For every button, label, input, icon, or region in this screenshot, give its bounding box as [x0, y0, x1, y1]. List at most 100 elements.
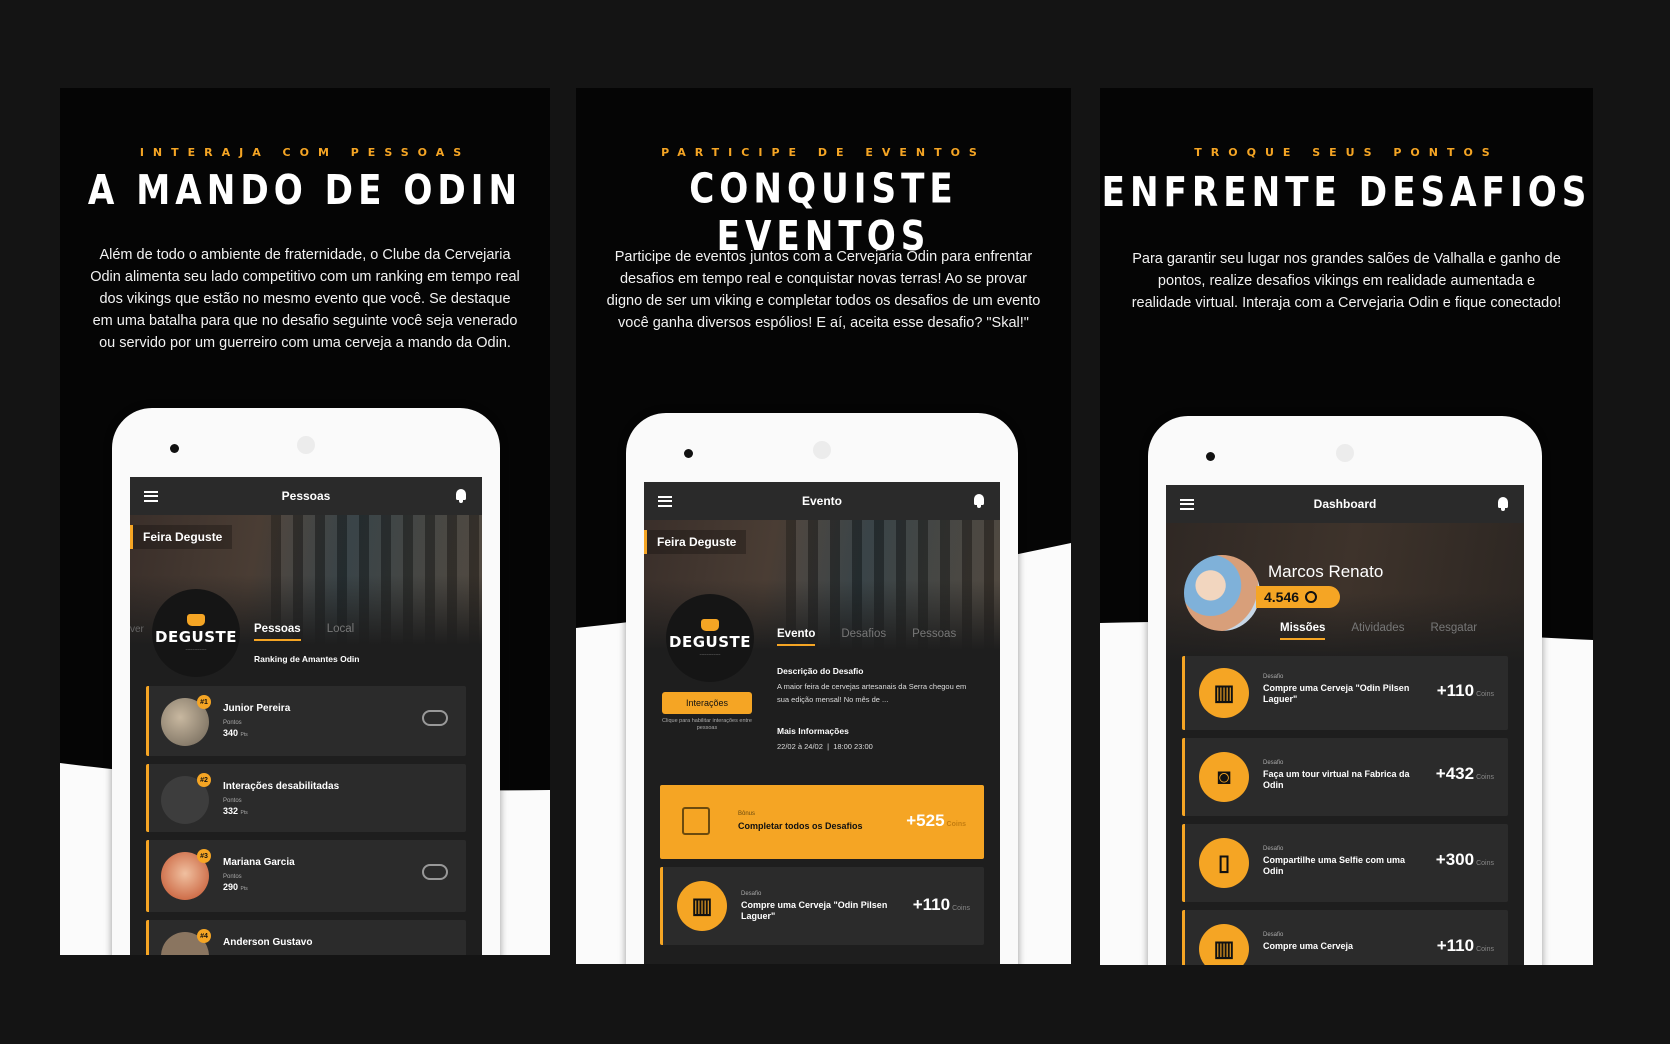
tab-desafios[interactable]: Desafios	[841, 628, 886, 646]
phone-speaker	[297, 436, 315, 454]
phone-mockup: Dashboard Marcos Renato 4.546 Missões At…	[1148, 416, 1542, 965]
person-name: Anderson Gustavo	[223, 937, 313, 948]
panel-kicker: INTERAJA COM PESSOAS	[139, 146, 471, 159]
challenge-value: +110 Coins	[912, 895, 970, 914]
panel-kicker: PARTICIPE DE EVENTOS	[661, 146, 986, 159]
phone-speaker	[1336, 444, 1354, 462]
tab-atividades[interactable]: Atividades	[1351, 622, 1404, 640]
bell-icon[interactable]	[972, 493, 986, 509]
mission-value: +110 Coins	[1436, 936, 1494, 955]
person-name: Junior Pereira	[223, 703, 291, 714]
challenge-text: Completar todos os Desafios	[738, 821, 863, 831]
mission-text: Compre uma Cerveja	[1263, 941, 1354, 951]
rank-badge: #3	[197, 849, 211, 863]
menu-icon[interactable]	[144, 490, 158, 502]
vr-headset-icon: ◙	[1199, 752, 1249, 802]
barcode-icon: ▥	[1199, 924, 1249, 965]
ranking-card[interactable]: #3 Mariana Garcia Pontos 290 Pts	[146, 840, 466, 912]
bell-icon[interactable]	[1496, 496, 1510, 512]
menu-icon[interactable]	[658, 495, 672, 507]
bonus-challenge-card[interactable]: Bônus Completar todos os Desafios +525 Co…	[660, 785, 984, 859]
user-points-badge: 4.546	[1256, 586, 1340, 608]
challenge-card[interactable]: ▥ Desafio Compre uma Cerveja "Odin Pilse…	[660, 867, 984, 945]
phone-camera	[1206, 452, 1215, 461]
mission-text: Compartilhe uma Selfie com uma Odin	[1263, 855, 1406, 876]
gift-icon	[682, 807, 710, 835]
tab-bar: Missões Atividades Resgatar	[1280, 622, 1477, 640]
person-points: 340 Pts	[223, 728, 248, 738]
mission-card[interactable]: ▥ Desafio Compre uma Cerveja +110 Coins	[1182, 910, 1508, 965]
app-bar-title: Dashboard	[1313, 497, 1377, 511]
event-logo: DEGUSTE ~~~~~~~~~	[666, 594, 754, 682]
app-bar: Pessoas	[130, 477, 482, 515]
person-name: Mariana Garcia	[223, 857, 295, 868]
mission-card[interactable]: ▯ Desafio Compartilhe uma Selfie com uma…	[1182, 824, 1508, 902]
panel-description: Participe de eventos juntos com a Cervej…	[606, 249, 1041, 331]
panel-description: Além de todo o ambiente de fraternidade,…	[90, 247, 520, 351]
ranking-card[interactable]: #4 Anderson Gustavo	[146, 920, 466, 955]
event-logo: DEGUSTE ~~~~~~~~~	[152, 589, 240, 677]
panel-description: Para garantir seu lugar nos grandes salõ…	[1131, 251, 1562, 311]
app-bar-title: Evento	[801, 494, 842, 508]
app-screen: Evento Feira Deguste DEGUSTE ~~~~~~~~~ E…	[644, 482, 1000, 964]
app-bar-title: Pessoas	[281, 489, 331, 503]
tab-pessoas[interactable]: Pessoas	[254, 623, 301, 641]
tab-bar: Pessoas Local	[254, 623, 354, 641]
mission-text: Faça um tour virtual na Fabrica da Odin	[1263, 769, 1410, 790]
ranking-card[interactable]: #1 Junior Pereira Pontos 340 Pts	[146, 686, 466, 756]
app-screen: Dashboard Marcos Renato 4.546 Missões At…	[1166, 485, 1524, 965]
phone-speaker	[813, 441, 831, 459]
chat-icon[interactable]	[422, 864, 448, 880]
challenge-value: +525 Coins	[906, 811, 966, 830]
phone-mockup: Evento Feira Deguste DEGUSTE ~~~~~~~~~ E…	[626, 413, 1018, 964]
mission-text: Compre uma Cerveja "Odin Pilsen Laguer"	[1263, 683, 1410, 704]
tab-missoes[interactable]: Missões	[1280, 622, 1326, 640]
tab-local[interactable]: Local	[327, 623, 355, 641]
tab-pessoas[interactable]: Pessoas	[912, 628, 956, 646]
promo-panel-people: INTERAJA COM PESSOAS A MANDO DE ODIN Alé…	[60, 88, 550, 955]
user-name: Marcos Renato	[1268, 562, 1384, 581]
interactions-button[interactable]: Interações	[662, 692, 752, 714]
rank-badge: #2	[197, 773, 211, 787]
barcode-icon: ▥	[1199, 668, 1249, 718]
phone-mockup: Pessoas Feira Deguste DEGUSTE ~~~~~~~~~ …	[112, 408, 500, 955]
info-heading: Mais Informações	[777, 726, 849, 736]
chat-icon[interactable]	[422, 710, 448, 726]
beer-mug-icon	[701, 619, 719, 631]
mission-card[interactable]: ▥ Desafio Compre uma Cerveja "Odin Pilse…	[1182, 656, 1508, 730]
app-bar: Evento	[644, 482, 1000, 520]
person-points: 290 Pts	[223, 882, 248, 892]
person-points: 332 Pts	[223, 806, 248, 816]
section-title: Ranking de Amantes Odin	[254, 654, 360, 664]
beer-mug-icon	[187, 614, 205, 626]
description-heading: Descrição do Desafio	[777, 666, 864, 676]
event-name-tag: Feira Deguste	[644, 530, 747, 554]
selfie-phone-icon: ▯	[1199, 838, 1249, 888]
phone-camera	[684, 449, 693, 458]
interactions-hint: Clique para habilitar interações entre p…	[662, 718, 752, 731]
coin-icon	[1305, 591, 1318, 603]
description-text: A maior feira de cervejas artesanais da …	[777, 682, 967, 704]
barcode-icon: ▥	[677, 881, 727, 931]
mission-value: +300 Coins	[1435, 850, 1494, 869]
tab-evento[interactable]: Evento	[777, 628, 816, 646]
mission-card[interactable]: ◙ Desafio Faça um tour virtual na Fabric…	[1182, 738, 1508, 816]
mission-value: +110 Coins	[1436, 681, 1494, 700]
menu-icon[interactable]	[1180, 498, 1194, 510]
panel-title: ENFRENTE DESAFIOS	[1101, 168, 1592, 216]
ranking-card[interactable]: #2 Interações desabilitadas Pontos 332 P…	[146, 764, 466, 832]
user-avatar	[1184, 555, 1260, 631]
panel-title: A MANDO DE ODIN	[87, 166, 523, 214]
left-tab-fragment: ver	[130, 624, 144, 635]
event-name-tag: Feira Deguste	[130, 525, 233, 549]
promo-panel-events: PARTICIPE DE EVENTOS CONQUISTE EVENTOS P…	[576, 88, 1071, 964]
tab-resgatar[interactable]: Resgatar	[1430, 622, 1477, 640]
rank-badge: #1	[197, 695, 211, 709]
promo-panel-challenges: TROQUE SEUS PONTOS ENFRENTE DESAFIOS Par…	[1100, 88, 1593, 965]
phone-camera	[170, 444, 179, 453]
tab-bar: Evento Desafios Pessoas	[777, 628, 956, 646]
app-bar: Dashboard	[1166, 485, 1524, 523]
info-datetime: 22/02 à 24/02 | 18:00 23:00	[777, 742, 873, 751]
rank-badge: #4	[197, 929, 211, 943]
bell-icon[interactable]	[454, 488, 468, 504]
